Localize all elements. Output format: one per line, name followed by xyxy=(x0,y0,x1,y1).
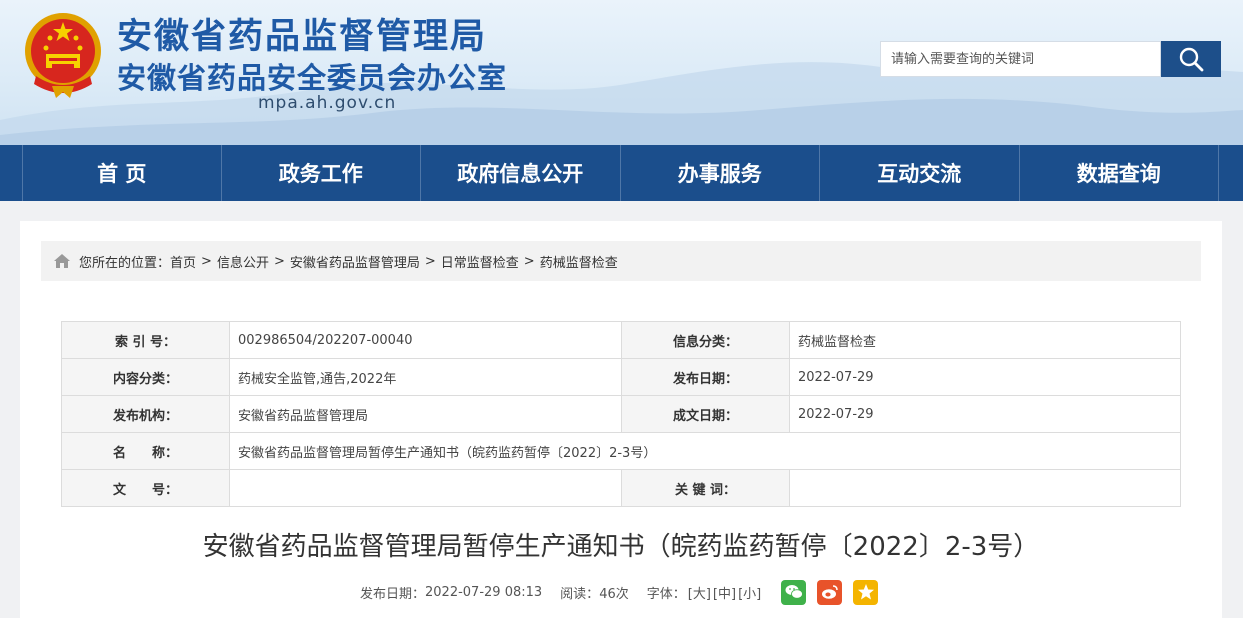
article-title: 安徽省药品监督管理局暂停生产通知书（皖药监药暂停〔2022〕2-3号） xyxy=(202,532,1040,562)
index-number-label: 索 引 号： xyxy=(61,321,230,359)
keywords-label: 关 键 词： xyxy=(621,469,790,507)
breadcrumb-separator: > xyxy=(424,253,436,269)
site-subtitle: 安徽省药品安全委员会办公室 xyxy=(117,61,508,95)
home-icon xyxy=(54,254,70,268)
share-weibo-button[interactable] xyxy=(817,579,843,605)
breadcrumb-item-info[interactable]: 信息公开 xyxy=(217,252,269,271)
article-meta: 发布日期： 2022-07-29 08:13 阅读： 46次 字体： [大] [… xyxy=(360,579,879,605)
nav-item-info-disclosure[interactable]: 政府信息公开 xyxy=(421,145,621,201)
search-box xyxy=(880,41,1161,77)
name-value: 安徽省药品监督管理局暂停生产通知书（皖药监药暂停〔2022〕2-3号） xyxy=(229,432,1181,470)
document-number-label: 文 号： xyxy=(61,469,230,507)
table-row: 文 号： 关 键 词： xyxy=(61,469,1181,507)
table-row: 索 引 号： 002986504/202207-00040 信息分类： 药械监督… xyxy=(61,321,1181,359)
font-size-label: 字体： xyxy=(646,586,686,602)
written-date-label: 成文日期： xyxy=(621,395,790,433)
publish-date-label: 发布日期： xyxy=(621,358,790,396)
share-qzone-button[interactable] xyxy=(853,579,879,605)
breadcrumb-separator: > xyxy=(523,253,535,269)
nav-item-data-query[interactable]: 数据查询 xyxy=(1020,145,1219,201)
info-table: 索 引 号： 002986504/202207-00040 信息分类： 药械监督… xyxy=(61,321,1181,507)
breadcrumb-item-bureau[interactable]: 安徽省药品监督管理局 xyxy=(290,252,420,271)
search-button[interactable] xyxy=(1161,41,1221,77)
index-number-value: 002986504/202207-00040 xyxy=(229,321,622,359)
publish-date-value: 2022-07-29 xyxy=(789,358,1181,396)
site-title: 安徽省药品监督管理局 xyxy=(117,17,488,57)
info-category-label: 信息分类： xyxy=(621,321,790,359)
breadcrumb-separator: > xyxy=(273,253,285,269)
search-icon xyxy=(1179,47,1204,72)
breadcrumb-prefix: 您所在的位置： xyxy=(79,255,171,271)
nav-item-government-affairs[interactable]: 政务工作 xyxy=(222,145,421,201)
main-content: 您所在的位置： 首页 > 信息公开 > 安徽省药品监督管理局 > 日常监督检查 … xyxy=(20,221,1222,618)
main-nav: 首 页 政务工作 政府信息公开 办事服务 互动交流 数据查询 xyxy=(0,145,1243,201)
wechat-icon xyxy=(785,585,803,599)
keywords-value xyxy=(789,469,1181,507)
table-row: 名 称： 安徽省药品监督管理局暂停生产通知书（皖药监药暂停〔2022〕2-3号） xyxy=(61,432,1181,470)
font-large-button[interactable]: [大] xyxy=(688,583,711,602)
search-input[interactable] xyxy=(881,42,1160,76)
nav-item-home[interactable]: 首 页 xyxy=(22,145,222,201)
breadcrumb: 您所在的位置： 首页 > 信息公开 > 安徽省药品监督管理局 > 日常监督检查 … xyxy=(41,241,1201,281)
site-domain: mpa.ah.gov.cn xyxy=(258,93,397,113)
breadcrumb-separator: > xyxy=(201,253,212,269)
breadcrumb-item-daily-inspection[interactable]: 日常监督检查 xyxy=(441,252,519,271)
site-header: 安徽省药品监督管理局 安徽省药品安全委员会办公室 mpa.ah.gov.cn xyxy=(0,0,1243,145)
publish-date-meta-label: 发布日期： xyxy=(360,586,426,602)
read-count: 46次 xyxy=(599,586,629,602)
written-date-value: 2022-07-29 xyxy=(789,395,1181,433)
table-row: 内容分类： 药械安全监管,通告,2022年 发布日期： 2022-07-29 xyxy=(61,358,1181,396)
qzone-icon xyxy=(857,584,874,600)
publisher-label: 发布机构： xyxy=(61,395,230,433)
nav-item-interaction[interactable]: 互动交流 xyxy=(820,145,1020,201)
publish-date-meta: 2022-07-29 08:13 xyxy=(425,584,543,600)
info-category-value: 药械监督检查 xyxy=(789,321,1181,359)
content-category-label: 内容分类： xyxy=(61,358,230,396)
share-wechat-button[interactable] xyxy=(781,579,807,605)
breadcrumb-item-device-inspection[interactable]: 药械监督检查 xyxy=(540,252,618,271)
national-emblem-icon xyxy=(25,13,101,98)
content-category-value: 药械安全监管,通告,2022年 xyxy=(229,358,622,396)
breadcrumb-item-home[interactable]: 首页 xyxy=(170,252,196,271)
table-row: 发布机构： 安徽省药品监督管理局 成文日期： 2022-07-29 xyxy=(61,395,1181,433)
font-medium-button[interactable]: [中] xyxy=(713,583,736,602)
read-count-label: 阅读： xyxy=(560,586,600,602)
weibo-icon xyxy=(821,585,838,599)
name-label: 名 称： xyxy=(61,432,230,470)
publisher-value: 安徽省药品监督管理局 xyxy=(229,395,622,433)
nav-item-services[interactable]: 办事服务 xyxy=(621,145,820,201)
font-small-button[interactable]: [小] xyxy=(738,583,761,602)
document-number-value xyxy=(229,469,622,507)
